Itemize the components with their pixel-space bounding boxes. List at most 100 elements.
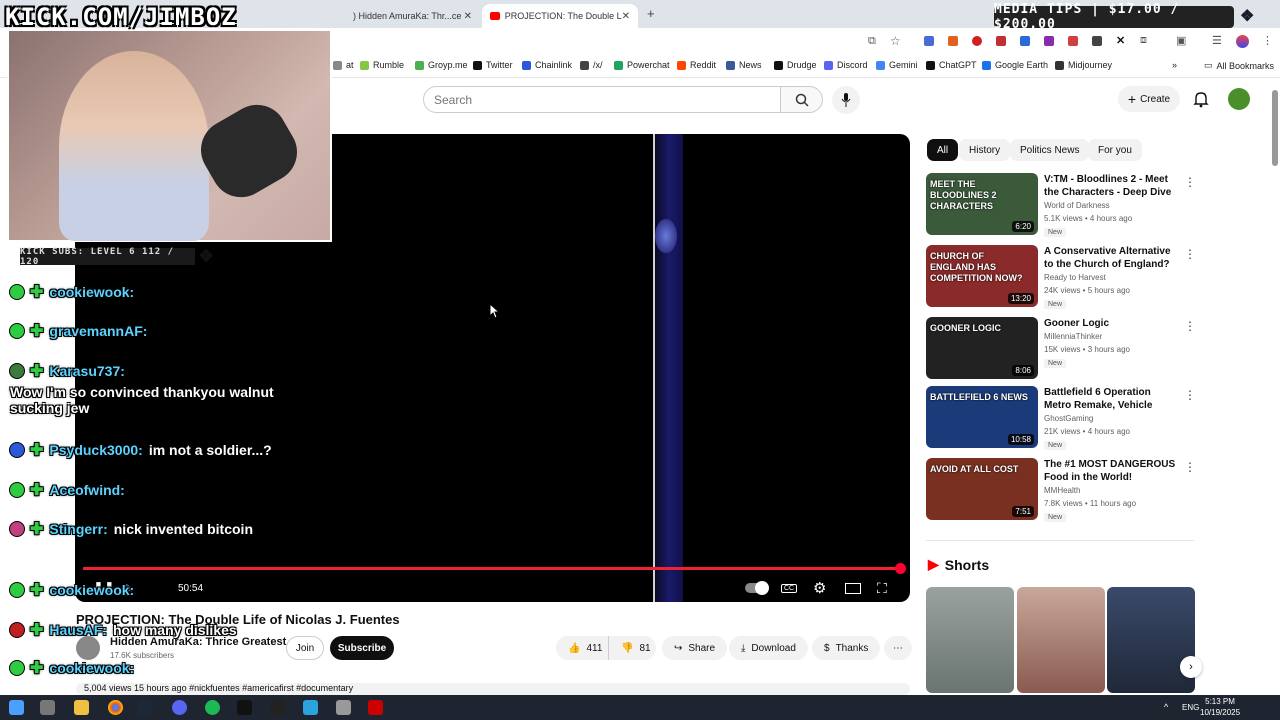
shorts-next-button[interactable]: › xyxy=(1180,656,1202,678)
tab-projection[interactable]: PROJECTION: The Double L ✕ xyxy=(482,4,638,28)
bell-icon[interactable] xyxy=(1192,90,1210,108)
channel-name[interactable]: World of Darkness xyxy=(1044,201,1110,210)
recommendation-item[interactable]: CHURCH OF ENGLAND HAS COMPETITION NOW? 13… xyxy=(926,245,1196,311)
more-vert-icon[interactable]: ⋮ xyxy=(1184,319,1196,333)
recommendation-item[interactable]: GOONER LOGIC 8:06 Gooner Logic MillenniaThi… xyxy=(926,317,1196,383)
dislike-button[interactable]: 👎 81 xyxy=(608,636,656,660)
extension-icon[interactable] xyxy=(948,36,958,46)
join-button[interactable]: Join xyxy=(286,636,324,660)
more-vert-icon[interactable]: ⋮ xyxy=(1262,34,1273,47)
bookmark-item[interactable]: Reddit xyxy=(677,60,716,70)
scrollbar[interactable] xyxy=(1272,90,1278,166)
epic-games-icon[interactable] xyxy=(270,700,285,715)
captions-button[interactable]: CC xyxy=(781,578,798,598)
recommendation-item[interactable]: AVOID AT ALL COST 7:51 The #1 MOST DANGERO… xyxy=(926,458,1196,524)
video-title[interactable]: Gooner Logic xyxy=(1044,317,1178,330)
bookmark-item[interactable]: Powerchat xyxy=(614,60,670,70)
chip-history[interactable]: History xyxy=(959,139,1011,161)
sidepanel-icon[interactable]: ▣ xyxy=(1176,34,1186,47)
bookmark-item[interactable]: at xyxy=(333,60,354,70)
language-indicator[interactable]: ENG xyxy=(1182,703,1199,712)
bookmarks-overflow-icon[interactable]: » xyxy=(1172,60,1177,70)
windows-start-icon[interactable] xyxy=(9,700,24,715)
more-vert-icon[interactable]: ⋮ xyxy=(1184,388,1196,402)
settings-button[interactable]: ⚙ xyxy=(813,578,826,598)
more-vert-icon[interactable]: ⋮ xyxy=(1184,247,1196,261)
bookmark-item[interactable]: Discord xyxy=(824,60,868,70)
steam-icon[interactable] xyxy=(138,700,153,715)
short-thumbnail[interactable] xyxy=(926,587,1014,693)
extension-icon[interactable] xyxy=(972,36,982,46)
profile-icon[interactable] xyxy=(1236,35,1249,48)
channel-name[interactable]: MMHealth xyxy=(1044,486,1080,495)
cast-icon[interactable]: ⧉ xyxy=(868,35,876,48)
fullscreen-button[interactable]: ⛶ xyxy=(877,578,887,598)
avatar[interactable] xyxy=(1228,88,1250,110)
extension-icon[interactable] xyxy=(996,36,1006,46)
puzzle-icon[interactable]: ⧈ xyxy=(1140,34,1147,47)
progress-bar[interactable] xyxy=(83,563,906,574)
like-button[interactable]: 👍 411 xyxy=(556,636,608,660)
bookmark-item[interactable]: /x/ xyxy=(580,60,603,70)
bookmark-item[interactable]: Groyp.me xyxy=(415,60,468,70)
autoplay-toggle[interactable] xyxy=(745,578,769,598)
bookmark-item[interactable]: Rumble xyxy=(360,60,404,70)
scrubber-handle[interactable] xyxy=(895,563,906,574)
chip-all[interactable]: All xyxy=(927,139,959,161)
new-tab-button[interactable]: + xyxy=(647,6,655,21)
close-icon[interactable]: ✕ xyxy=(464,11,472,22)
recommendation-item[interactable]: BATTLEFIELD 6 NEWS 10:58 Battlefield 6 Ope… xyxy=(926,386,1196,452)
extension-icon[interactable] xyxy=(1068,36,1078,46)
more-actions-button[interactable]: ⋯ xyxy=(884,636,912,660)
short-thumbnail[interactable] xyxy=(1107,587,1195,693)
x-icon[interactable]: ✕ xyxy=(1116,34,1125,47)
search-button[interactable] xyxy=(781,86,823,113)
channel-name[interactable]: Ready to Harvest xyxy=(1044,273,1106,282)
star-icon[interactable]: ☆ xyxy=(890,34,901,48)
app-icon[interactable] xyxy=(368,700,383,715)
download-button[interactable]: ⤓ Download xyxy=(729,636,808,660)
chip-politics-news[interactable]: Politics News xyxy=(1010,139,1090,161)
bookmark-item[interactable]: Google Earth xyxy=(982,60,1048,70)
extension-icon[interactable] xyxy=(1092,36,1102,46)
file-explorer-icon[interactable] xyxy=(74,700,89,715)
video-title[interactable]: Battlefield 6 Operation Metro Remake, Ve… xyxy=(1044,386,1178,412)
recommendation-item[interactable]: MEET THE BLOODLINES 2 CHARACTERS 6:20 V:TM… xyxy=(926,173,1196,239)
create-button[interactable]: + Create xyxy=(1118,86,1180,112)
all-bookmarks[interactable]: ▭ All Bookmarks xyxy=(1204,60,1274,71)
video-thumbnail[interactable]: GOONER LOGIC 8:06 xyxy=(926,317,1038,379)
bookmark-item[interactable]: ChatGPT xyxy=(926,60,977,70)
video-thumbnail[interactable]: CHURCH OF ENGLAND HAS COMPETITION NOW? 13… xyxy=(926,245,1038,307)
more-vert-icon[interactable]: ⋮ xyxy=(1184,460,1196,474)
telegram-icon[interactable] xyxy=(303,700,318,715)
channel-name[interactable]: GhostGaming xyxy=(1044,414,1093,423)
voice-search-button[interactable] xyxy=(832,86,860,114)
bookmark-item[interactable]: Chainlink xyxy=(522,60,572,70)
spotify-icon[interactable] xyxy=(205,700,220,715)
channel-name[interactable]: MillenniaThinker xyxy=(1044,332,1102,341)
bookmark-item[interactable]: Twitter xyxy=(473,60,513,70)
more-vert-icon[interactable]: ⋮ xyxy=(1184,175,1196,189)
bookmark-item[interactable]: Drudge xyxy=(774,60,817,70)
video-title[interactable]: V:TM - Bloodlines 2 - Meet the Character… xyxy=(1044,173,1178,199)
bookmark-item[interactable]: Gemini xyxy=(876,60,918,70)
short-thumbnail[interactable] xyxy=(1017,587,1105,693)
video-title[interactable]: The #1 MOST DANGEROUS Food in the World! xyxy=(1044,458,1178,484)
bookmark-item[interactable]: Midjourney xyxy=(1055,60,1112,70)
subscribe-button[interactable]: Subscribe xyxy=(330,636,394,660)
chrome-icon[interactable] xyxy=(108,700,123,715)
video-thumbnail[interactable]: BATTLEFIELD 6 NEWS 10:58 xyxy=(926,386,1038,448)
terminal-icon[interactable] xyxy=(237,700,252,715)
search-input[interactable]: Search xyxy=(423,86,781,113)
extension-icon[interactable] xyxy=(1044,36,1054,46)
extension-icon[interactable] xyxy=(924,36,934,46)
close-icon[interactable]: ✕ xyxy=(622,11,630,22)
bookmark-item[interactable]: News xyxy=(726,60,762,70)
video-thumbnail[interactable]: AVOID AT ALL COST 7:51 xyxy=(926,458,1038,520)
downloads-icon[interactable]: ☰ xyxy=(1212,34,1222,47)
app-icon[interactable] xyxy=(336,700,351,715)
task-view-icon[interactable] xyxy=(40,700,55,715)
tab-hidden-amuraka[interactable]: ) Hidden AmuraKa: Thr...ce ✕ xyxy=(345,4,480,28)
discord-icon[interactable] xyxy=(172,700,187,715)
clock[interactable]: 5:13 PM 10/19/2025 xyxy=(1200,696,1240,718)
